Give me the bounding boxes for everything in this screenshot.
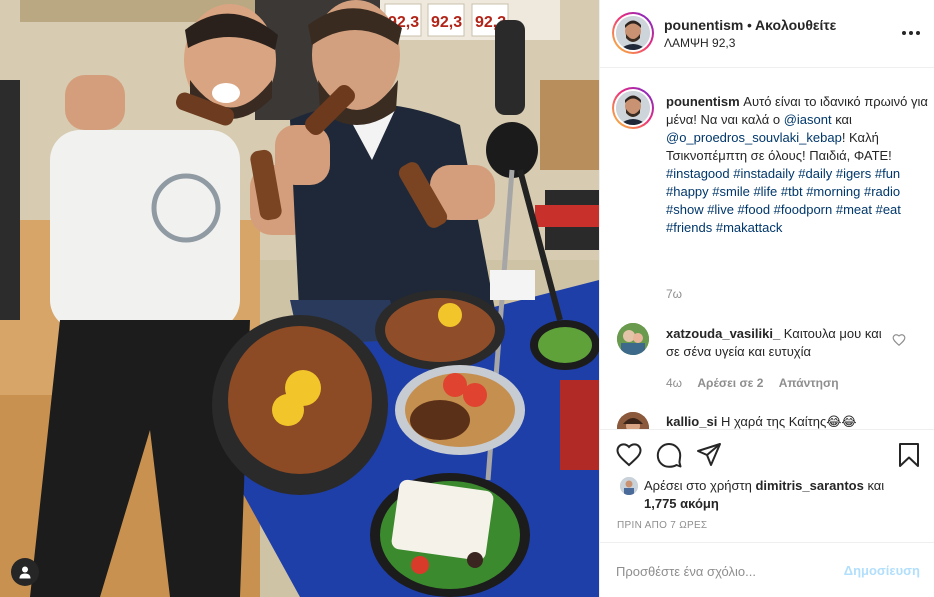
share-icon[interactable] — [696, 442, 722, 468]
post-comment-button[interactable]: Δημοσίευση — [844, 563, 920, 578]
comments-list[interactable]: pounentism Αυτό είναι το ιδανικό πρωινό … — [600, 69, 934, 429]
sign-2: 92,3 — [431, 14, 462, 31]
header-separator: • — [747, 17, 752, 33]
comment-icon[interactable] — [656, 442, 682, 468]
comment-avatar-image — [617, 412, 649, 429]
follow-status-button[interactable]: Ακολουθείτε — [755, 17, 836, 33]
comment-avatar[interactable] — [617, 323, 649, 355]
post-side-panel: pounentism • Ακολουθείτε ΛΑΜΨΗ 92,3 poun… — [599, 0, 934, 597]
author-username[interactable]: pounentism — [664, 17, 743, 33]
caption-avatar-image — [616, 91, 650, 125]
comment-body: kallio_si Η χαρά της Καίτης😂😂 — [666, 413, 896, 429]
likes-mid: και — [863, 478, 885, 493]
heart-icon[interactable] — [616, 442, 642, 468]
post-header: pounentism • Ακολουθείτε ΛΑΜΨΗ 92,3 — [600, 0, 934, 68]
caption-time[interactable]: 7ω — [666, 287, 682, 301]
add-comment-bar: Δημοσίευση — [600, 542, 934, 597]
comment-input[interactable] — [616, 560, 836, 582]
caption-text-2: και — [831, 112, 852, 127]
liker-username[interactable]: dimitris_sarantos — [755, 478, 863, 493]
comment-avatar[interactable] — [617, 412, 649, 429]
post-photo[interactable]: 92,3 92,3 92,3 — [0, 0, 599, 597]
author-avatar[interactable] — [612, 12, 654, 54]
liker-avatar[interactable] — [620, 477, 638, 495]
post-actions-section: Αρέσει στο χρήστη dimitris_sarantos και … — [600, 429, 934, 597]
caption-hashtags[interactable]: #instagood #instadaily #daily #igers #fu… — [666, 166, 901, 235]
caption-avatar[interactable] — [612, 87, 654, 129]
comment-avatar-image — [617, 323, 649, 355]
caption-mention-1[interactable]: @iasont — [784, 112, 832, 127]
comment-time[interactable]: 4ω — [666, 376, 682, 390]
comment-likes[interactable]: Αρέσει σε 2 — [697, 376, 763, 390]
user-tag-button[interactable] — [11, 558, 39, 586]
comment-meta: 4ω Αρέσει σε 2 Απάντηση — [666, 376, 851, 390]
comment-body: xatzouda_vasiliki_ Καιτουλα μου και σε σ… — [666, 325, 888, 361]
comment-username[interactable]: xatzouda_vasiliki_ — [666, 326, 780, 341]
post-caption: pounentism Αυτό είναι το ιδανικό πρωινό … — [666, 93, 928, 237]
liker-avatar-image — [620, 477, 638, 495]
caption-mention-2[interactable]: @o_proedros_souvlaki_kebap — [666, 130, 842, 145]
likes-prefix: Αρέσει στο χρήστη — [644, 478, 756, 493]
comment-text: Η χαρά της Καίτης😂😂 — [720, 414, 857, 429]
reply-button[interactable]: Απάντηση — [779, 376, 839, 390]
comment-heart-icon[interactable] — [892, 333, 906, 347]
likes-summary: Αρέσει στο χρήστη dimitris_sarantos και … — [644, 477, 930, 513]
post-location[interactable]: ΛΑΜΨΗ 92,3 — [664, 36, 735, 50]
post-date[interactable]: ΠΡΙΝ ΑΠΟ 7 ΩΡΕΣ — [617, 520, 707, 531]
caption-username[interactable]: pounentism — [666, 94, 740, 109]
photo-scene: 92,3 92,3 92,3 — [0, 0, 599, 597]
more-icon[interactable] — [901, 24, 921, 42]
comment-username[interactable]: kallio_si — [666, 414, 717, 429]
user-tag-icon — [19, 566, 31, 579]
author-avatar-image — [616, 16, 650, 50]
bookmark-icon[interactable] — [896, 442, 922, 468]
likes-count[interactable]: 1,775 ακόμη — [644, 496, 719, 511]
